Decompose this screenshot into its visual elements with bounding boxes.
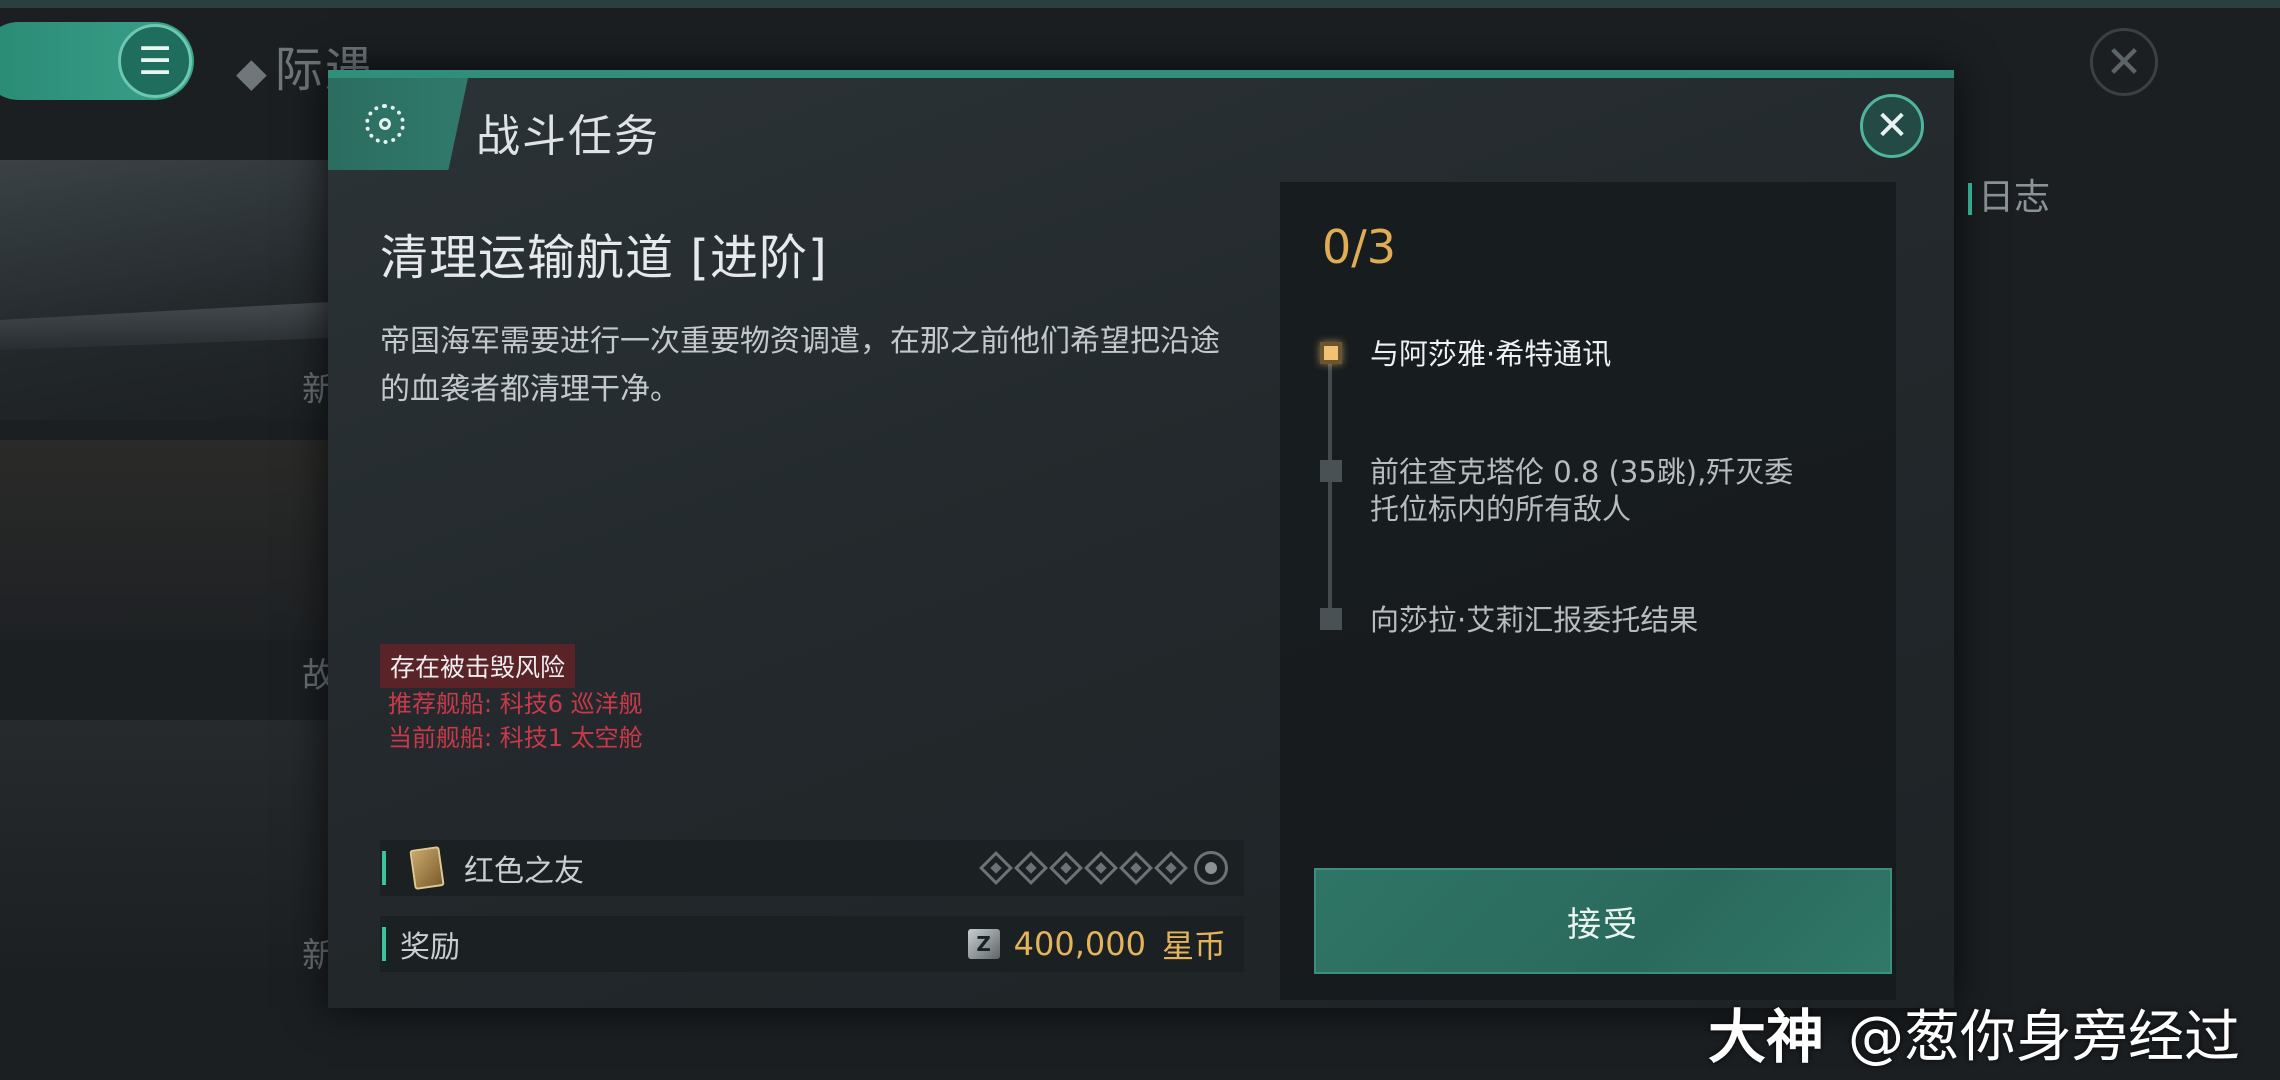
step-marker-icon xyxy=(1320,460,1342,482)
close-button[interactable]: ✕ xyxy=(1860,94,1924,158)
mission-description: 帝国海军需要进行一次重要物资调遣，在那之前他们希望把沿途的血袭者都清理干净。 xyxy=(380,324,1220,407)
faction-card-icon xyxy=(409,846,445,890)
diamond-icon xyxy=(1154,851,1188,885)
diamond-icon xyxy=(1119,851,1153,885)
reward-value: Z 400,000 星币 xyxy=(967,921,1226,967)
faction-label: 红色之友 xyxy=(464,854,584,889)
mission-dialog: 战斗任务 ✕ 清理运输航道 [进阶] 帝国海军需要进行一次重要物资调遣，在那之前… xyxy=(328,70,1954,1008)
step-text: 与阿莎雅·希特通讯 xyxy=(1370,337,1612,371)
step-text: 向莎拉·艾莉汇报委托结果 xyxy=(1370,603,1699,637)
reward-amount: 400,000 xyxy=(1013,925,1146,963)
objective-progress: 0/3 xyxy=(1322,220,1397,274)
background-close-button[interactable]: ✕ xyxy=(2090,28,2158,96)
logo-icon: ◆ xyxy=(236,50,269,96)
watermark: 大神 @葱你身旁经过 xyxy=(1708,990,2240,1074)
reward-label: 奖励 xyxy=(400,930,460,965)
recommended-ship: 推荐舰船: 科技6 巡洋舰 xyxy=(388,690,643,718)
header-badge xyxy=(328,78,468,170)
risk-warning-badge: 存在被击毁风险 xyxy=(380,644,576,688)
faction-row: 红色之友 xyxy=(380,840,1244,896)
objective-step: 与阿莎雅·希特通讯 xyxy=(1320,336,1830,373)
diamond-icon xyxy=(1014,851,1048,885)
currency-icon: Z xyxy=(967,929,1000,959)
reward-row: 奖励 Z 400,000 星币 xyxy=(380,916,1244,972)
menu-button[interactable]: ☰ xyxy=(0,22,194,100)
faction-standing xyxy=(979,851,1228,885)
diamond-icon xyxy=(1084,851,1118,885)
row-accent-bar xyxy=(382,851,386,885)
close-icon: ✕ xyxy=(1875,103,1909,149)
close-icon: ✕ xyxy=(2105,36,2143,88)
watermark-brand: 大神 xyxy=(1708,1003,1825,1071)
hamburger-icon: ☰ xyxy=(118,24,192,98)
diamond-icon xyxy=(1049,851,1083,885)
target-icon xyxy=(365,104,405,144)
diamond-icon xyxy=(979,851,1013,885)
reward-unit: 星币 xyxy=(1161,927,1226,965)
journal-title: 日志 xyxy=(1968,168,2050,220)
row-accent-bar xyxy=(382,927,386,961)
objective-step: 前往查克塔伦 0.8 (35跳),歼灭委托位标内的所有敌人 xyxy=(1320,454,1810,528)
step-marker-icon xyxy=(1320,342,1342,364)
step-text: 前往查克塔伦 0.8 (35跳),歼灭委托位标内的所有敌人 xyxy=(1370,455,1794,526)
dialog-title: 战斗任务 xyxy=(476,111,660,162)
top-strip xyxy=(0,0,2280,8)
step-marker-icon xyxy=(1320,608,1342,630)
current-ship: 当前舰船: 科技1 太空舱 xyxy=(388,724,643,752)
background-image-panel xyxy=(0,160,330,420)
mission-name: 清理运输航道 [进阶] xyxy=(380,230,828,286)
dialog-header: 战斗任务 ✕ xyxy=(328,78,1954,170)
ring-icon xyxy=(1194,851,1228,885)
background-card xyxy=(0,720,330,980)
accept-button[interactable]: 接受 xyxy=(1314,868,1892,974)
background-card xyxy=(0,440,330,640)
objectives-pane: 0/3 与阿莎雅·希特通讯 前往查克塔伦 0.8 (35跳),歼灭委托位标内的所… xyxy=(1280,182,1896,1000)
objective-step: 向莎拉·艾莉汇报委托结果 xyxy=(1320,602,1830,639)
watermark-handle: @葱你身旁经过 xyxy=(1848,1004,2241,1070)
